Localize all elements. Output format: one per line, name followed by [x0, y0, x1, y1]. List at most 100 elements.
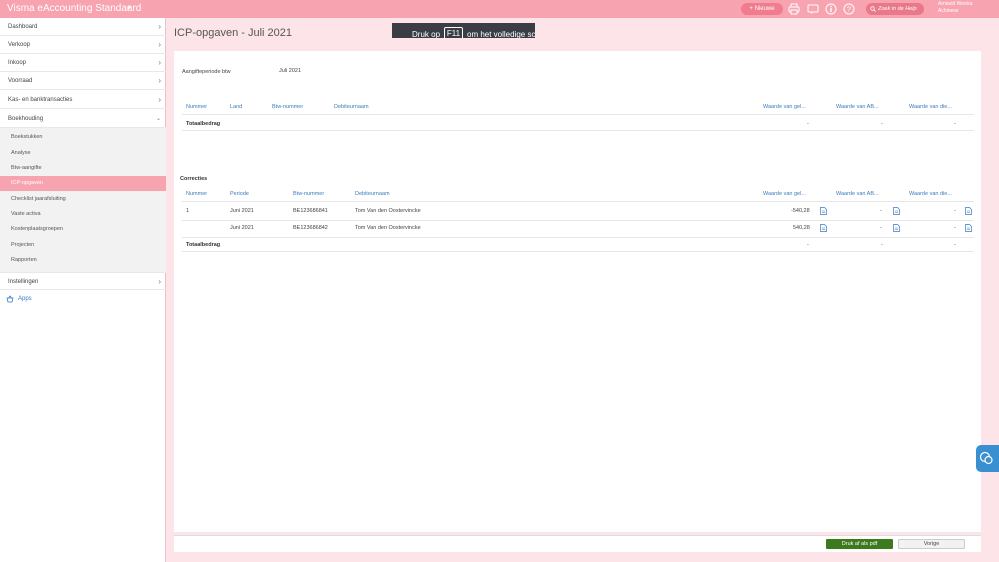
content-panel: Aangifteperiode btw Juli 2021 Nummer Lan…: [174, 51, 981, 532]
col-header-nummer[interactable]: Nummer: [186, 191, 207, 197]
total-label: Totaalbedrag: [186, 242, 221, 248]
sidebar-subitem-rapporten[interactable]: Rapporten: [0, 253, 166, 268]
sidebar-subitem-label: Kostenplaatsgroepen: [11, 226, 63, 232]
chevron-right-icon: ›: [158, 22, 161, 31]
divider: [182, 130, 974, 131]
col-header-land[interactable]: Land: [230, 104, 242, 110]
user-name: Arnould Westra: [938, 1, 973, 7]
sidebar-item-label: Instellingen: [8, 279, 39, 285]
col-header-waarde-die[interactable]: Waarde van die...: [909, 104, 952, 110]
document-icon[interactable]: [893, 207, 900, 215]
page-title: ICP-opgaven - Juli 2021: [174, 27, 293, 39]
col-header-btw-nummer[interactable]: Btw-nummer: [272, 104, 303, 110]
print-pdf-button[interactable]: Druk af als pdf: [826, 539, 893, 549]
sidebar-subitem-kostenplaatsgroepen[interactable]: Kostenplaatsgroepen: [0, 222, 166, 237]
sidebar-subitem-label: Btw-aangifte: [11, 165, 42, 171]
app-menu-caret-icon[interactable]: ▾: [127, 4, 131, 12]
document-icon[interactable]: [820, 224, 827, 232]
message-icon[interactable]: [807, 3, 819, 15]
cell-waarde-gel: -540,28: [791, 208, 810, 214]
chevron-right-icon: ›: [158, 95, 161, 104]
sidebar-subitem-label: Vaste activa: [11, 211, 41, 217]
sidebar-item-label: Boekhouding: [8, 116, 44, 122]
period-value: Juli 2021: [279, 68, 302, 74]
sidebar-item-kas-bank[interactable]: Kas- en banktransacties ›: [0, 91, 166, 109]
sidebar-item-inkoop[interactable]: Inkoop ›: [0, 54, 166, 72]
chevron-right-icon: ›: [158, 76, 161, 85]
basket-icon: [6, 295, 14, 303]
sidebar-subitem-projecten[interactable]: Projecten: [0, 238, 166, 253]
divider: [182, 201, 974, 202]
divider: [182, 114, 974, 115]
sidebar-item-boekhouding[interactable]: Boekhouding ⌄: [0, 110, 166, 128]
cell-nummer: 1: [186, 208, 190, 214]
sidebar-subitem-label: Projecten: [11, 242, 35, 248]
search-icon: [870, 6, 876, 12]
help-search-label: Zoek in de Help: [878, 6, 917, 12]
sidebar-item-label: Dashboard: [8, 24, 38, 30]
sidebar-item-label: Voorraad: [8, 78, 33, 84]
col-header-waarde-ab[interactable]: Waarde van AB...: [836, 191, 879, 197]
total-label: Totaalbedrag: [186, 121, 221, 127]
divider: [182, 251, 974, 252]
svg-text:?: ?: [847, 7, 851, 14]
f11-key: F11: [444, 27, 463, 38]
sidebar-item-label: Inkoop: [8, 60, 27, 66]
action-bar: Druk af als pdf Vorige: [174, 535, 981, 552]
sidebar-subitem-boekstukken[interactable]: Boekstukken: [0, 130, 166, 145]
previous-button[interactable]: Vorige: [898, 539, 965, 549]
sidebar-item-instellingen[interactable]: Instellingen ›: [0, 272, 166, 290]
help-search-input[interactable]: Zoek in de Help: [866, 3, 924, 15]
printer-icon[interactable]: [788, 3, 800, 15]
total-value: -: [881, 121, 883, 127]
sidebar-item-dashboard[interactable]: Dashboard ›: [0, 18, 166, 36]
col-header-waarde-gel[interactable]: Waarde van gel...: [763, 191, 806, 197]
col-header-waarde-ab[interactable]: Waarde van AB...: [836, 104, 879, 110]
fullscreen-hint-text: om het volledige sc: [467, 30, 535, 38]
sidebar-subitem-analyse[interactable]: Analyse: [0, 146, 166, 161]
sidebar-subitem-vaste-activa[interactable]: Vaste activa: [0, 207, 166, 222]
chat-support-button[interactable]: [976, 445, 999, 472]
help-icon[interactable]: ?: [843, 3, 855, 15]
total-value: -: [807, 121, 809, 127]
total-value: -: [954, 242, 956, 248]
sidebar-subitem-checklist[interactable]: Checklist jaarafsluiting: [0, 192, 166, 207]
document-icon[interactable]: [965, 207, 972, 215]
app-title[interactable]: Visma eAccounting Standaard: [7, 3, 141, 14]
info-icon[interactable]: [825, 3, 837, 15]
document-icon[interactable]: [820, 207, 827, 215]
chevron-down-icon: ⌄: [155, 116, 161, 122]
sidebar-subitem-label: ICP-opgaven: [11, 180, 44, 186]
period-label: Aangifteperiode btw: [182, 69, 231, 75]
sidebar-subitem-label: Boekstukken: [11, 134, 43, 140]
top-bar: Visma eAccounting Standaard ▾ + Nieuwe ?…: [0, 0, 999, 18]
col-header-periode[interactable]: Periode: [230, 191, 249, 197]
total-value: -: [807, 242, 809, 248]
sidebar-subitem-icp-opgaven[interactable]: ICP-opgaven: [0, 176, 166, 191]
col-header-waarde-gel[interactable]: Waarde van gel...: [763, 104, 806, 110]
new-button-label: Nieuwe: [754, 6, 775, 12]
fullscreen-hint-banner: Druk op F11 om het volledige sc: [392, 23, 535, 38]
col-header-nummer[interactable]: Nummer: [186, 104, 207, 110]
cell-debiteurnaam: Tom Van den Oostervincke: [355, 225, 421, 231]
user-menu[interactable]: Arnould Westra Achinese: [938, 1, 972, 15]
new-button[interactable]: + Nieuwe: [741, 3, 783, 15]
col-header-waarde-die[interactable]: Waarde van die...: [909, 191, 952, 197]
document-icon[interactable]: [893, 224, 900, 232]
col-header-debiteurnaam[interactable]: Debiteurnaam: [355, 191, 390, 197]
sidebar-subitem-label: Analyse: [11, 150, 31, 156]
cell-debiteurnaam: Tom Van den Oostervincke: [355, 208, 421, 214]
chevron-right-icon: ›: [158, 277, 161, 286]
sidebar-item-apps[interactable]: Apps: [0, 292, 166, 306]
sidebar-submenu: Boekstukken Analyse Btw-aangifte ICP-opg…: [0, 128, 166, 272]
sidebar-item-verkoop[interactable]: Verkoop ›: [0, 36, 166, 54]
sidebar-subitem-label: Rapporten: [11, 257, 37, 263]
document-icon[interactable]: [965, 224, 972, 232]
col-header-btw-nummer[interactable]: Btw-nummer: [293, 191, 324, 197]
col-header-debiteurnaam[interactable]: Debiteurnaam: [334, 104, 369, 110]
sidebar-item-voorraad[interactable]: Voorraad ›: [0, 72, 166, 90]
corrections-heading: Correcties: [180, 176, 208, 182]
chevron-right-icon: ›: [158, 58, 161, 67]
sidebar-subitem-label: Checklist jaarafsluiting: [11, 196, 66, 202]
sidebar-subitem-btw-aangifte[interactable]: Btw-aangifte: [0, 161, 166, 176]
